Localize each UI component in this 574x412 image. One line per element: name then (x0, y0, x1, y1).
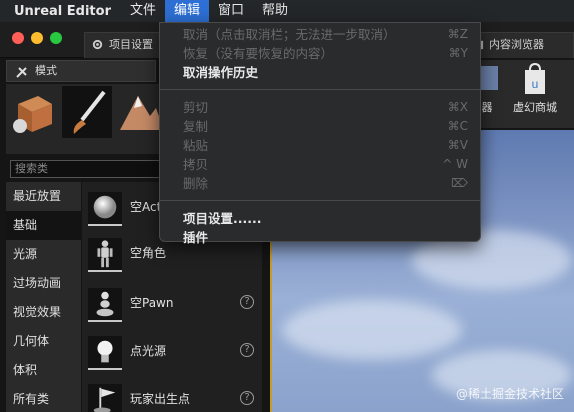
category-cinematic[interactable]: 过场动画 (6, 269, 81, 298)
menu-item-delete: 删除 ⌦ (160, 174, 480, 193)
category-geometry[interactable]: 几何体 (6, 327, 81, 356)
menu-file[interactable]: 文件 (121, 0, 165, 22)
marketplace-label: 虚幻商城 (513, 101, 557, 114)
menu-item-duplicate: 拷贝 ^ W (160, 155, 480, 174)
help-icon[interactable]: ? (240, 295, 254, 309)
menu-item-label: 取消操作历史 (183, 65, 259, 80)
list-item[interactable]: 点光源 ? (82, 330, 262, 370)
menu-item-label: 取消（点击取消栏；无法进一步取消） (183, 27, 396, 42)
paintbrush-icon (73, 90, 106, 134)
shortcut: ⌘Y (448, 46, 468, 60)
search-classes-input[interactable]: 搜索类 (10, 160, 164, 178)
menu-edit[interactable]: 编辑 (165, 0, 210, 22)
menu-item-label: 删除 (183, 176, 209, 191)
window-controls (12, 32, 62, 44)
menu-item-undo: 取消（点击取消栏；无法进一步取消） ⌘Z (160, 25, 480, 44)
help-icon[interactable]: ? (240, 343, 254, 357)
category-basic[interactable]: 基础 (6, 211, 81, 240)
mode-buttons (6, 84, 164, 154)
paint-mode-button[interactable] (62, 86, 112, 138)
pawn-icon (88, 288, 122, 322)
tab-modes[interactable]: 模式 (6, 60, 156, 82)
shortcut: ⌘C (447, 119, 468, 133)
category-visual-effects[interactable]: 视觉效果 (6, 298, 81, 327)
menu-bar: Unreal Editor 文件 编辑 窗口 帮助 (0, 0, 574, 22)
menu-item-cut: 剪切 ⌘X (160, 98, 480, 117)
menu-separator (160, 89, 480, 90)
app-name[interactable]: Unreal Editor (14, 4, 121, 19)
svg-text:u: u (532, 77, 539, 91)
menu-item-paste: 粘贴 ⌘V (160, 136, 480, 155)
menu-item-redo: 恢复（没有要恢复的内容） ⌘Y (160, 44, 480, 63)
item-name: 点光源 (130, 344, 167, 358)
shortcut: ⌘V (447, 138, 468, 152)
menu-item-project-settings[interactable]: 项目设置...... (160, 209, 480, 228)
menu-help[interactable]: 帮助 (253, 0, 297, 22)
list-item[interactable]: 空Pawn ? (82, 282, 262, 322)
modes-title: 模式 (35, 64, 57, 77)
delete-key-icon: ⌦ (451, 176, 468, 190)
category-all-classes[interactable]: 所有类 (6, 385, 81, 412)
shortcut: ⌘Z (447, 27, 468, 41)
minimize-button[interactable] (31, 32, 43, 44)
menu-item-label: 拷贝 (183, 157, 209, 172)
place-mode-button[interactable] (8, 86, 58, 138)
category-lights[interactable]: 光源 (6, 240, 81, 269)
category-volumes[interactable]: 体积 (6, 356, 81, 385)
tab-project-settings-label: 项目设置 (109, 38, 153, 51)
menu-item-label: 复制 (183, 119, 209, 134)
menu-item-copy: 复制 ⌘C (160, 117, 480, 136)
flag-icon (88, 384, 122, 412)
help-icon[interactable]: ? (240, 391, 254, 405)
marketplace-button[interactable]: u 虚幻商城 (504, 62, 566, 122)
shortcut: ⌘X (447, 100, 468, 114)
mannequin-icon (88, 238, 122, 272)
menu-item-label: 项目设置...... (183, 211, 262, 226)
gear-icon (92, 39, 103, 50)
modes-tools-icon (16, 67, 27, 78)
sky-cloud (282, 300, 462, 360)
watermark: @稀土掘金技术社区 (455, 387, 564, 401)
sphere-icon (88, 192, 122, 226)
marketplace-bag-icon: u (525, 62, 545, 94)
zoom-button[interactable] (50, 32, 62, 44)
menu-window[interactable]: 窗口 (209, 0, 253, 22)
item-name: 空Pawn (130, 296, 174, 310)
menu-item-label: 插件 (183, 230, 209, 245)
list-item[interactable]: 玩家出生点 ? (82, 378, 262, 412)
menu-item-undo-history[interactable]: 取消操作历史 (160, 63, 480, 82)
menu-item-plugins[interactable]: 插件 (160, 228, 480, 247)
edit-menu-dropdown: 取消（点击取消栏；无法进一步取消） ⌘Z 恢复（没有要恢复的内容） ⌘Y 取消操… (159, 22, 481, 245)
menu-item-label: 剪切 (183, 100, 209, 115)
tab-content-browser-label: 内容浏览器 (489, 38, 544, 51)
category-recent[interactable]: 最近放置 (6, 182, 81, 211)
shortcut: ^ W (442, 157, 468, 171)
menu-item-label: 粘贴 (183, 138, 209, 153)
menu-separator (160, 200, 480, 201)
item-name: 玩家出生点 (130, 392, 191, 406)
place-cube-icon (13, 96, 52, 133)
close-button[interactable] (12, 32, 24, 44)
menu-item-label: 恢复（没有要恢复的内容） (183, 46, 334, 61)
category-list: 最近放置 基础 光源 过场动画 视觉效果 几何体 体积 所有类 (6, 182, 81, 412)
bulb-icon (88, 336, 122, 370)
tab-project-settings[interactable]: 项目设置 (84, 32, 164, 58)
